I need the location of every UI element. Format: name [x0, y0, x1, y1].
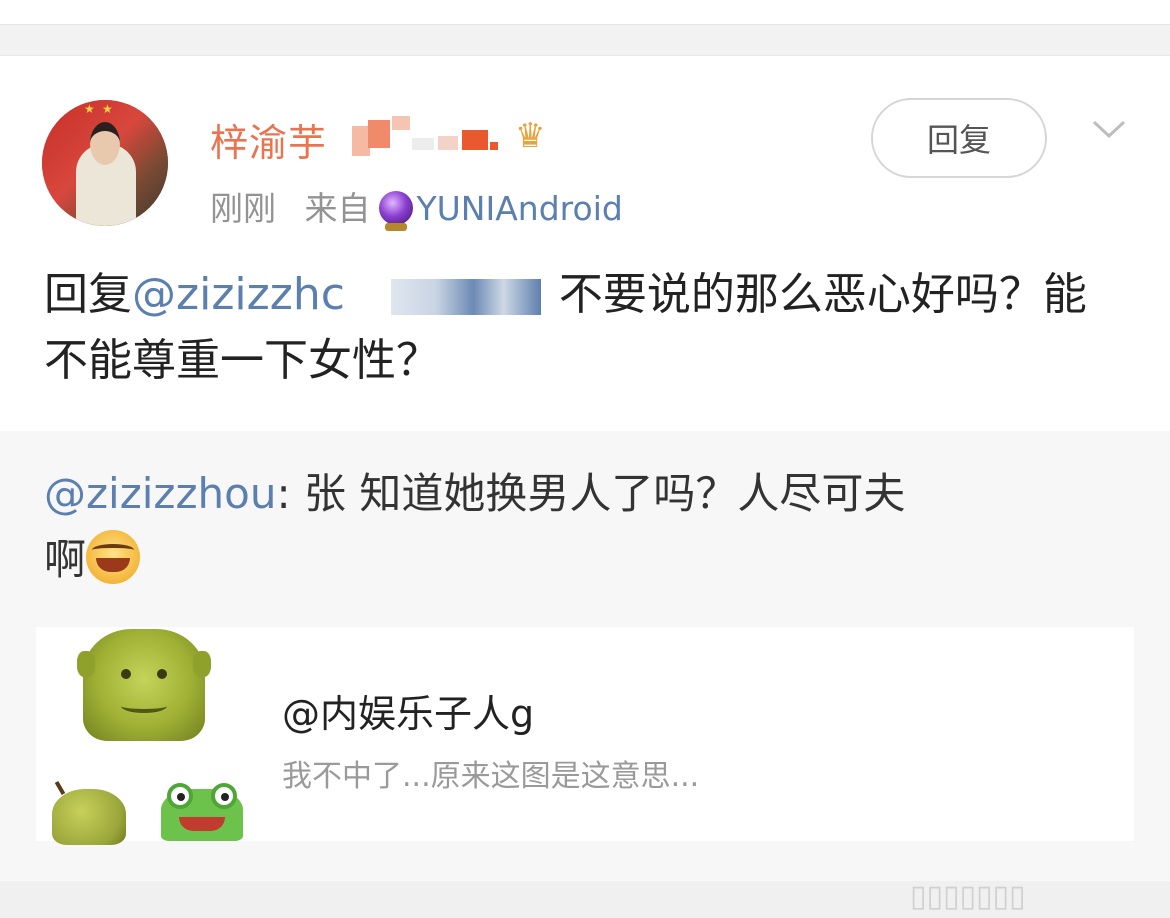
- post-meta: 刚刚 来自 YUNIAndroid: [210, 182, 623, 231]
- watermark-icon: ▯▯▯▯▯▯▯: [910, 879, 1026, 914]
- timestamp: 刚刚: [210, 189, 276, 228]
- frog-emoji-icon: [161, 783, 243, 841]
- body-prefix: 回复: [44, 269, 132, 320]
- comment-body: 回复@zizizzhc 不要说的那么恶心好吗？能 不能尊重一下女性？: [44, 262, 1124, 394]
- laughing-emoji-icon: [86, 530, 141, 584]
- previous-card: [0, 0, 1170, 25]
- link-card[interactable]: @内娱乐子人g 我不中了...原来这图是这意思...: [36, 627, 1134, 845]
- body-line1-rest: 不要说的那么恶心好吗？能: [558, 269, 1087, 320]
- quoted-line1: : 张 知道她换男人了吗？人尽可夫: [276, 469, 906, 518]
- body-mention[interactable]: @zizizzhc: [132, 269, 345, 320]
- avatar-head: [90, 122, 120, 165]
- link-card-subtitle: 我不中了...原来这图是这意思...: [282, 759, 700, 794]
- source-app-link[interactable]: YUNIAndroid: [417, 189, 623, 228]
- username-redaction: [352, 116, 502, 156]
- comment-card: ★ ★ 梓渝芋 ♛ 刚刚 来自 YUNIAndroid 回复 回复@zizizzh…: [0, 55, 1170, 431]
- crown-icon: ♛: [515, 116, 546, 156]
- username[interactable]: 梓渝芋: [210, 112, 327, 167]
- quoted-text: @zizizzhou: 张 知道她换男人了吗？人尽可夫 啊: [44, 461, 1134, 593]
- quoted-post[interactable]: @zizizzhou: 张 知道她换男人了吗？人尽可夫 啊 @内娱乐子人g 我不…: [0, 431, 1170, 881]
- reply-button[interactable]: 回复: [871, 98, 1047, 178]
- quoted-line2: 啊: [44, 535, 87, 584]
- pear-emoji-icon: [52, 789, 126, 845]
- source-prefix: 来自: [304, 189, 371, 228]
- quoted-mention[interactable]: @zizizzhou: [44, 469, 276, 518]
- avatar[interactable]: ★ ★: [42, 100, 168, 226]
- mention-redaction: [390, 279, 541, 315]
- link-card-title: @内娱乐子人g: [282, 692, 535, 736]
- body-line2: 不能尊重一下女性？: [44, 335, 440, 386]
- shrek-thumbnail-icon: [77, 629, 211, 741]
- crystal-ball-icon: [378, 191, 413, 231]
- chevron-down-icon[interactable]: [1092, 112, 1126, 146]
